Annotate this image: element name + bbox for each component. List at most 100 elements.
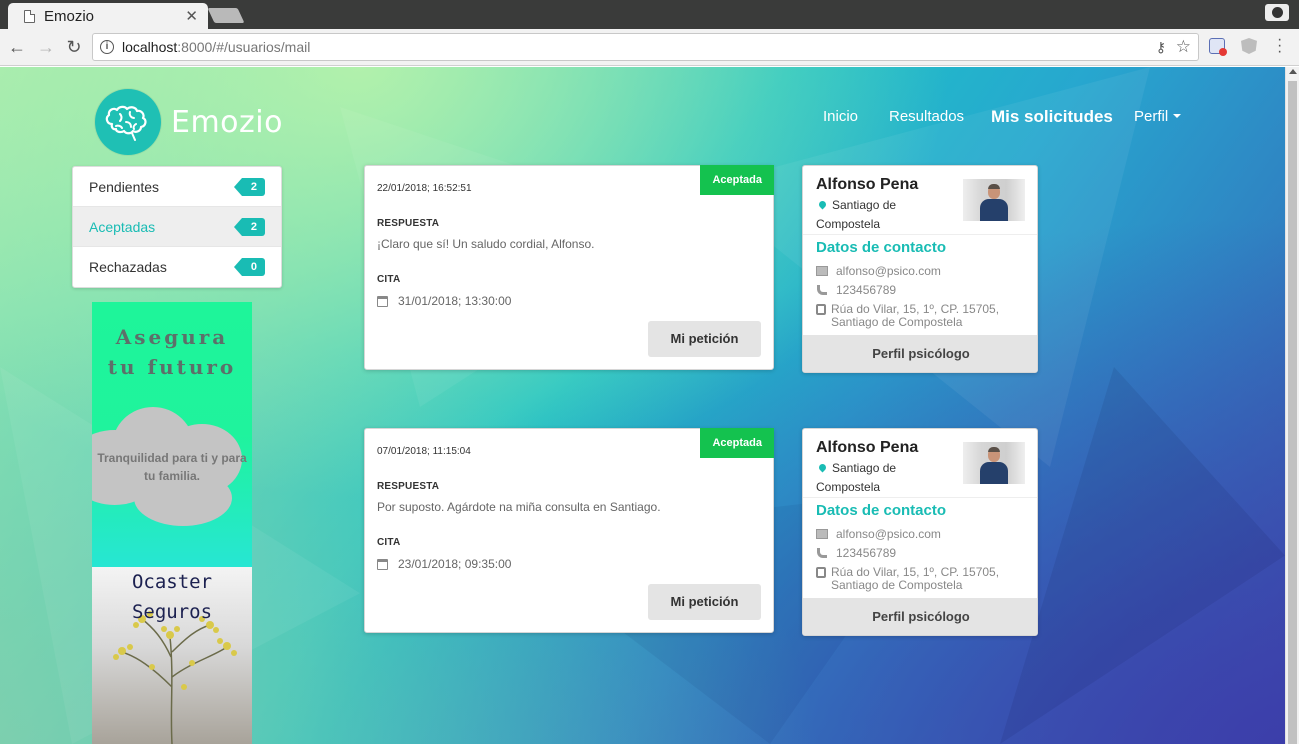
status-badge: Aceptada	[700, 428, 774, 458]
address-card-icon	[816, 304, 826, 315]
response-text: Por suposto. Agárdote na miña consulta e…	[377, 500, 661, 514]
filter-label: Rechazadas	[89, 259, 167, 275]
psychologist-location: Santiago de Compostela	[816, 196, 946, 234]
nav-perfil-dropdown[interactable]: Perfil	[1134, 108, 1182, 125]
bookmark-star-icon[interactable]: ☆	[1176, 37, 1191, 57]
address-card-icon	[816, 567, 826, 578]
browser-tabstrip: Emozio ✕	[0, 0, 1299, 29]
request-date: 22/01/2018; 16:52:51	[377, 183, 472, 194]
filter-label: Aceptadas	[89, 218, 156, 235]
ad-brand: Ocaster Seguros	[92, 567, 252, 627]
nav-resultados[interactable]: Resultados	[889, 108, 964, 125]
url-path: :8000/#/usuarios/mail	[177, 39, 311, 55]
ad-heading-line2: tu futuro	[107, 355, 237, 379]
phone-icon	[817, 285, 827, 295]
address-text: Rúa do Vilar, 15, 1º, CP. 15705, Santiag…	[831, 302, 1000, 329]
tab-title: Emozio	[44, 7, 95, 25]
request-card: Aceptada 22/01/2018; 16:52:51 RESPUESTA …	[364, 165, 774, 370]
reload-icon[interactable]: ↻	[63, 36, 85, 58]
cita-label: CITA	[377, 274, 401, 285]
ad-bottom-panel: Ocaster Seguros	[92, 567, 252, 744]
count-badge: 2	[233, 217, 265, 236]
cita-date: 31/01/2018; 13:30:00	[377, 294, 511, 308]
psychologist-location: Santiago de Compostela	[816, 459, 946, 497]
cita-date-text: 31/01/2018; 13:30:00	[398, 294, 512, 308]
page-viewport: Emozio Inicio Resultados Mis solicitudes…	[0, 67, 1285, 744]
request-date: 07/01/2018; 11:15:04	[377, 446, 471, 457]
contact-title: Datos de contacto	[816, 239, 947, 256]
calendar-icon	[377, 295, 388, 307]
cita-date-text: 23/01/2018; 09:35:00	[398, 557, 512, 571]
response-label: RESPUESTA	[377, 481, 440, 492]
email-text: alfonso@psico.com	[836, 527, 941, 541]
contact-phone: 123456789	[816, 284, 896, 297]
response-label: RESPUESTA	[377, 218, 440, 229]
map-pin-icon	[817, 199, 828, 210]
ad-banner[interactable]: Asegura tu futuro Tranquilidad para ti y…	[92, 302, 252, 744]
filter-aceptadas[interactable]: Aceptadas 2	[73, 207, 281, 247]
phone-icon	[817, 548, 827, 558]
extension-icon[interactable]	[1209, 38, 1227, 56]
nav-perfil-label: Perfil	[1134, 108, 1169, 125]
new-tab-button[interactable]	[207, 8, 245, 23]
contact-address: Rúa do Vilar, 15, 1º, CP. 15705, Santiag…	[816, 566, 1021, 592]
address-text: Rúa do Vilar, 15, 1º, CP. 15705, Santiag…	[831, 565, 1000, 592]
mi-peticion-button[interactable]: Mi petición	[648, 321, 761, 357]
ad-cloud-text: Tranquilidad para ti y para tu familia.	[97, 451, 247, 483]
filter-pendientes[interactable]: Pendientes 2	[73, 167, 281, 207]
back-arrow-icon[interactable]: ←	[6, 36, 28, 58]
nav-inicio[interactable]: Inicio	[823, 108, 858, 125]
filter-label: Pendientes	[89, 178, 160, 195]
page-scrollbar[interactable]	[1285, 67, 1299, 744]
psychologist-card: Alfonso Pena Santiago de Compostela Dato…	[802, 428, 1038, 636]
map-pin-icon	[817, 462, 828, 473]
ad-brand-line1: Ocaster	[131, 571, 213, 593]
forward-arrow-icon[interactable]: →	[35, 36, 57, 58]
status-badge: Aceptada	[700, 165, 774, 195]
psychologist-photo	[963, 442, 1025, 484]
email-text: alfonso@psico.com	[836, 264, 941, 278]
cita-date: 23/01/2018; 09:35:00	[377, 557, 511, 571]
cita-label: CITA	[377, 537, 401, 548]
nav-mis-solicitudes[interactable]: Mis solicitudes	[991, 107, 1113, 127]
brain-icon	[95, 89, 161, 155]
location-text: Santiago de Compostela	[816, 198, 897, 231]
psychologist-name: Alfonso Pena	[816, 176, 919, 193]
phone-text: 123456789	[836, 546, 897, 560]
contact-email[interactable]: alfonso@psico.com	[816, 528, 941, 541]
response-text: ¡Claro que sí! Un saludo cordial, Alfons…	[377, 237, 595, 251]
perfil-psicologo-button[interactable]: Perfil psicólogo	[803, 598, 1037, 635]
scrollbar-thumb[interactable]	[1288, 81, 1297, 744]
calendar-icon	[377, 558, 388, 570]
contact-address: Rúa do Vilar, 15, 1º, CP. 15705, Santiag…	[816, 303, 1021, 329]
contact-email[interactable]: alfonso@psico.com	[816, 265, 941, 278]
info-icon[interactable]: i	[100, 40, 114, 54]
ad-heading-line1: Asegura	[115, 325, 229, 349]
contact-title: Datos de contacto	[816, 502, 947, 519]
url-host: localhost	[122, 39, 178, 55]
address-bar[interactable]: i localhost:8000/#/usuarios/mail ⚷ ☆	[92, 33, 1199, 61]
count-badge: 0	[233, 258, 265, 276]
mi-peticion-button[interactable]: Mi petición	[648, 584, 761, 620]
profile-icon[interactable]	[1265, 4, 1289, 21]
key-icon[interactable]: ⚷	[1156, 39, 1166, 56]
ad-heading: Asegura tu futuro	[92, 322, 252, 382]
contact-phone: 123456789	[816, 547, 896, 560]
filter-rechazadas[interactable]: Rechazadas 0	[73, 247, 281, 287]
browser-menu-icon[interactable]: · · ·	[1277, 32, 1282, 60]
brand-name: Emozio	[171, 104, 283, 140]
ad-brand-line2: Seguros	[131, 601, 213, 623]
angular-extension-icon[interactable]	[1241, 38, 1257, 54]
count-badge: 2	[233, 177, 265, 196]
page-icon	[24, 9, 35, 23]
location-text: Santiago de Compostela	[816, 461, 897, 494]
request-filter-list: Pendientes 2 Aceptadas 2 Rechazadas 0	[72, 166, 282, 288]
envelope-icon	[816, 529, 828, 539]
divider	[803, 234, 1037, 235]
perfil-psicologo-button[interactable]: Perfil psicólogo	[803, 335, 1037, 372]
scroll-up-arrow-icon[interactable]	[1289, 69, 1297, 74]
browser-tab[interactable]: Emozio ✕	[8, 3, 208, 29]
phone-text: 123456789	[836, 283, 897, 297]
brand-logo[interactable]: Emozio	[95, 89, 283, 155]
tab-close-icon[interactable]: ✕	[185, 7, 198, 25]
